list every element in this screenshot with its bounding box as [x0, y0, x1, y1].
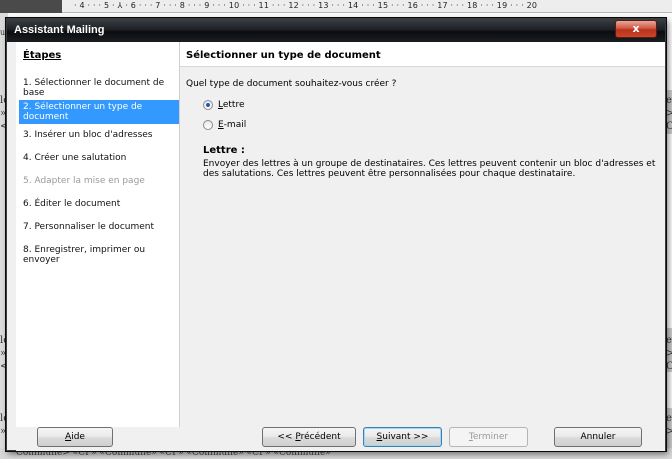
step-personalize-document[interactable]: 7. Personnaliser le document: [19, 216, 179, 239]
previous-button[interactable]: << Précédent: [262, 427, 356, 447]
doc-text-fragment: >: [666, 348, 672, 359]
steps-pane: Étapes 1. Sélectionner le document de ba…: [16, 42, 180, 442]
horizontal-ruler: · 4 · · · 5 · ⅄ · 6 · · · 7 · · · 8 · · …: [0, 0, 672, 13]
description-text: Envoyer des lettres à un groupe de desti…: [203, 159, 656, 179]
previous-prefix: <<: [277, 432, 296, 442]
steps-list: 1. Sélectionner le document de base 2. S…: [19, 76, 179, 267]
step-select-document-type[interactable]: 2. Sélectionner un type de document: [19, 100, 179, 124]
next-rest: uivant >>: [382, 432, 429, 442]
ruler-margin: [0, 0, 62, 13]
finish-button: Terminer: [449, 427, 528, 447]
previous-rest: récédent: [300, 432, 341, 442]
step-adjust-layout: 5. Adapter la mise en page: [23, 176, 145, 186]
radio-email[interactable]: E-mail: [203, 120, 246, 130]
radio-letter-label: Lettre: [218, 100, 245, 110]
step-insert-address-block[interactable]: 3. Insérer un bloc d'adresses: [19, 124, 179, 147]
step-create-salutation[interactable]: 4. Créer une salutation: [19, 147, 179, 170]
page-title: Sélectionner un type de document: [186, 50, 381, 61]
cancel-button[interactable]: Annuler: [554, 427, 642, 447]
radio-email-label-rest: -mail: [223, 120, 247, 130]
dialog-title: Assistant Mailing: [14, 24, 105, 36]
content-header: Sélectionner un type de document: [180, 42, 665, 67]
doc-text-fragment: Co: [666, 121, 672, 132]
button-bar: Aide << Précédent Suivant >> Terminer An…: [16, 427, 665, 451]
doc-text-fragment: >: [666, 108, 672, 119]
finish-rest: erminer: [472, 432, 509, 442]
question-label: Quel type de document souhaitez-vous cré…: [186, 79, 397, 89]
step-save-print-send[interactable]: 8. Enregistrer, imprimer ou envoyer: [19, 239, 179, 267]
mail-merge-dialog: Assistant Mailing x Étapes 1. Sélectionn…: [6, 18, 666, 451]
step-select-base-document[interactable]: 1. Sélectionner le document de base: [19, 76, 179, 100]
close-button[interactable]: x: [615, 20, 657, 38]
radio-selected-icon[interactable]: [203, 100, 213, 110]
help-button[interactable]: Aide: [37, 427, 113, 447]
doc-text-fragment: Co: [666, 361, 672, 372]
next-button[interactable]: Suivant >>: [363, 427, 442, 447]
description-title: Lettre :: [203, 145, 245, 156]
content-pane: Sélectionner un type de document Quel ty…: [180, 42, 665, 442]
doc-text-fragment: >: [666, 426, 672, 437]
radio-letter-label-rest: ettre: [222, 100, 245, 110]
radio-letter[interactable]: Lettre: [203, 100, 245, 110]
ruler-scale: · 4 · · · 5 · ⅄ · 6 · · · 7 · · · 8 · · …: [74, 1, 538, 10]
doc-text-fragment: eve: [666, 335, 672, 346]
doc-text-fragment: eve: [666, 95, 672, 106]
step-edit-document[interactable]: 6. Éditer le document: [19, 193, 179, 216]
steps-heading: Étapes: [23, 50, 62, 61]
radio-email-label: E-mail: [218, 120, 246, 130]
dialog-titlebar[interactable]: Assistant Mailing x: [7, 19, 665, 42]
doc-text-fragment: eve: [666, 413, 672, 424]
help-button-rest: ide: [71, 432, 85, 442]
radio-unselected-icon[interactable]: [203, 120, 213, 130]
